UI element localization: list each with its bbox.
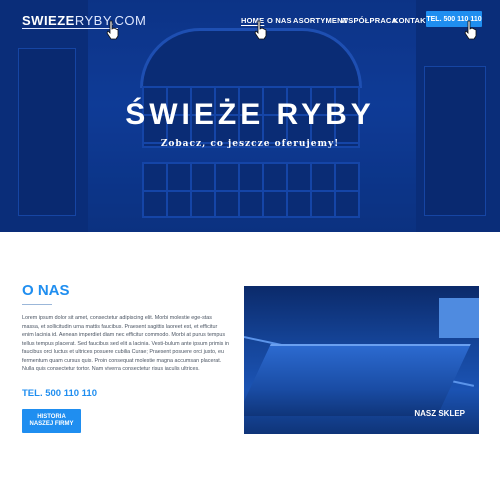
- logo-bold: SWIEZE: [22, 13, 75, 28]
- hand-pointer-icon: [106, 20, 119, 40]
- hero-section: SWIEZERYBY.COM HOME O NAS ASORTYMENT WSP…: [0, 0, 500, 232]
- hand-pointer-icon: [254, 20, 267, 40]
- about-divider: [22, 304, 52, 305]
- shop-caption: NASZ SKLEP: [414, 409, 465, 418]
- fish-counter: [244, 344, 471, 416]
- history-button[interactable]: HISTORIA NASZEJ FIRMY: [22, 409, 81, 433]
- nav-o-nas[interactable]: O NAS: [267, 16, 292, 25]
- nav-asortyment[interactable]: ASORTYMENT: [293, 16, 348, 25]
- nav-wspolpraca[interactable]: WSPÓŁPRACA: [341, 16, 397, 25]
- about-title: O NAS: [22, 282, 70, 299]
- site-logo[interactable]: SWIEZERYBY.COM: [22, 13, 146, 28]
- history-button-line2: NASZEJ FIRMY: [29, 421, 74, 427]
- history-button-line1: HISTORIA: [37, 414, 66, 420]
- logo-underline: [22, 28, 118, 29]
- about-tel: TEL. 500 110 110: [22, 388, 98, 399]
- nav-kontakt[interactable]: KONTAKT: [393, 16, 431, 25]
- hand-pointer-icon: [464, 20, 477, 40]
- hero-subtitle: Zobacz, co jeszcze oferujemy!: [160, 139, 340, 149]
- shop-image[interactable]: NASZ SKLEP: [244, 286, 479, 434]
- about-text: Lorem ipsum dolor sit amet, consectetur …: [22, 315, 230, 372]
- shop-window: [439, 298, 479, 338]
- hero-title: ŚWIEŻE RYBY: [125, 98, 375, 131]
